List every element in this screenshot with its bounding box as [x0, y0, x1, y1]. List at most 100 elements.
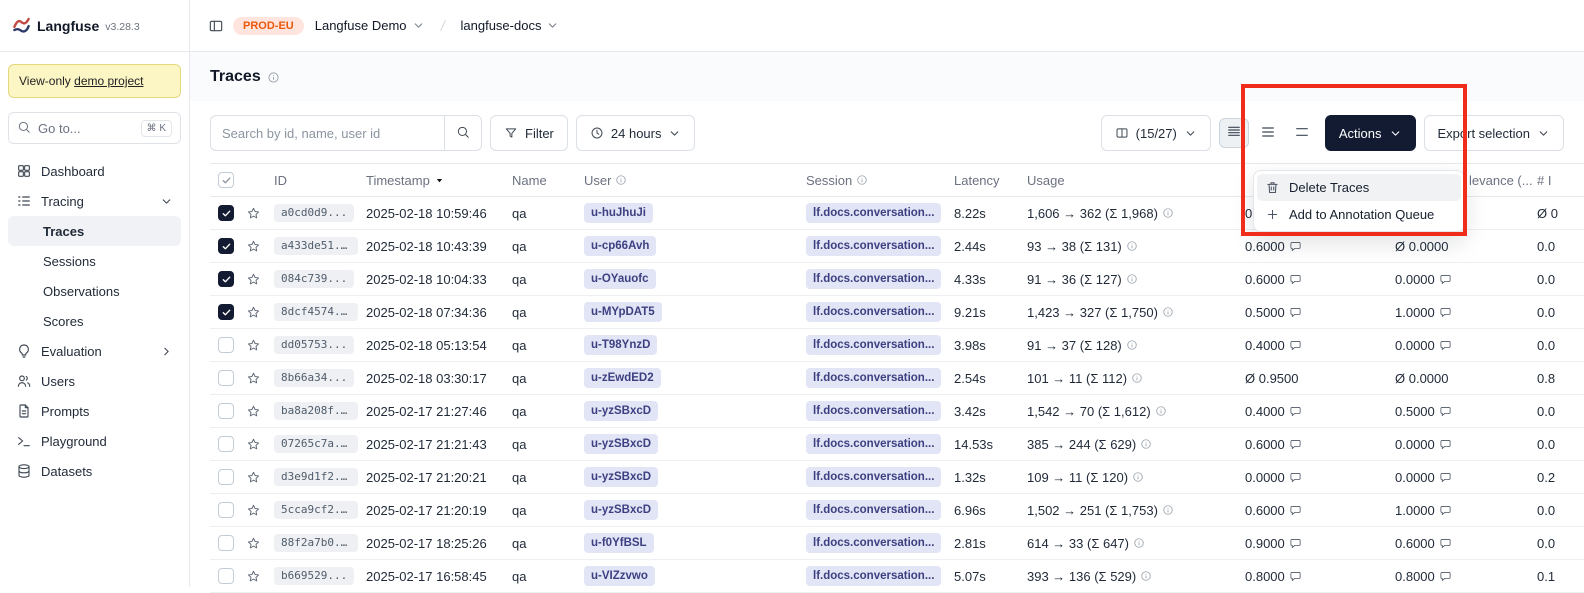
- project-switcher[interactable]: langfuse-docs: [459, 14, 562, 37]
- user-pill[interactable]: u-yzSBxcD: [584, 434, 658, 453]
- row-height-large-button[interactable]: [1287, 118, 1317, 148]
- column-header-relevance[interactable]: levance (...: [1469, 173, 1537, 188]
- session-pill[interactable]: lf.docs.conversation...: [806, 335, 941, 354]
- sidebar-item-prompts[interactable]: Prompts: [8, 396, 181, 426]
- bookmark-star-icon[interactable]: [246, 470, 261, 485]
- session-pill[interactable]: lf.docs.conversation...: [806, 467, 941, 486]
- filter-button[interactable]: Filter: [490, 115, 568, 151]
- user-pill[interactable]: u-VIZzvwo: [584, 566, 655, 585]
- table-row[interactable]: a433de51... 2025-02-18 10:43:39 qa u-cp6…: [210, 230, 1584, 263]
- sidebar-item-datasets[interactable]: Datasets: [8, 456, 181, 486]
- comment-icon[interactable]: [1439, 471, 1452, 484]
- comment-icon[interactable]: [1289, 438, 1302, 451]
- session-pill[interactable]: lf.docs.conversation...: [806, 269, 941, 288]
- user-pill[interactable]: u-MYpDAT5: [584, 302, 662, 321]
- session-pill[interactable]: lf.docs.conversation...: [806, 302, 941, 321]
- column-header-id[interactable]: ID: [274, 173, 366, 188]
- trace-id-pill[interactable]: 8dcf4574...: [274, 303, 358, 322]
- session-pill[interactable]: lf.docs.conversation...: [806, 236, 941, 255]
- comment-icon[interactable]: [1439, 537, 1452, 550]
- trace-id-pill[interactable]: a0cd0d9...: [274, 204, 354, 223]
- session-pill[interactable]: lf.docs.conversation...: [806, 566, 941, 585]
- session-pill[interactable]: lf.docs.conversation...: [806, 401, 941, 420]
- row-checkbox[interactable]: [218, 535, 234, 551]
- comment-icon[interactable]: [1289, 471, 1302, 484]
- column-header-name[interactable]: Name: [512, 173, 584, 188]
- trace-id-pill[interactable]: 084c739...: [274, 270, 354, 289]
- comment-icon[interactable]: [1439, 570, 1452, 583]
- session-pill[interactable]: lf.docs.conversation...: [806, 533, 941, 552]
- column-header-usage[interactable]: Usage: [1027, 173, 1245, 188]
- table-row[interactable]: 084c739... 2025-02-18 10:04:33 qa u-OYau…: [210, 263, 1584, 296]
- bookmark-star-icon[interactable]: [246, 338, 261, 353]
- row-checkbox[interactable]: [218, 403, 234, 419]
- table-row[interactable]: dd05753... 2025-02-18 05:13:54 qa u-T98Y…: [210, 329, 1584, 362]
- org-switcher[interactable]: Langfuse Demo: [313, 14, 427, 37]
- trace-id-pill[interactable]: d3e9d1f2...: [274, 468, 358, 487]
- bookmark-star-icon[interactable]: [246, 206, 261, 221]
- sidebar-item-sessions[interactable]: Sessions: [8, 246, 181, 276]
- trace-id-pill[interactable]: a433de51...: [274, 237, 358, 256]
- column-header-num[interactable]: # I: [1537, 173, 1584, 188]
- comment-icon[interactable]: [1289, 570, 1302, 583]
- row-checkbox[interactable]: [218, 238, 234, 254]
- comment-icon[interactable]: [1289, 339, 1302, 352]
- sidebar-item-dashboard[interactable]: Dashboard: [8, 156, 181, 186]
- bookmark-star-icon[interactable]: [246, 569, 261, 584]
- row-height-medium-button[interactable]: [1253, 118, 1283, 148]
- bookmark-star-icon[interactable]: [246, 305, 261, 320]
- user-pill[interactable]: u-OYauofc: [584, 269, 656, 288]
- sidebar-item-tracing[interactable]: Tracing: [8, 186, 181, 216]
- comment-icon[interactable]: [1289, 504, 1302, 517]
- bookmark-star-icon[interactable]: [246, 239, 261, 254]
- user-pill[interactable]: u-huJhuJi: [584, 203, 653, 222]
- trace-id-pill[interactable]: 5cca9cf2...: [274, 501, 358, 520]
- actions-button[interactable]: Actions: [1325, 115, 1416, 151]
- bookmark-star-icon[interactable]: [246, 404, 261, 419]
- comment-icon[interactable]: [1289, 537, 1302, 550]
- search-input[interactable]: [210, 115, 444, 151]
- goto-search[interactable]: Go to... ⌘ K: [8, 112, 181, 144]
- trace-id-pill[interactable]: 07265c7a...: [274, 435, 358, 454]
- row-checkbox[interactable]: [218, 205, 234, 221]
- comment-icon[interactable]: [1439, 339, 1452, 352]
- row-checkbox[interactable]: [218, 370, 234, 386]
- column-header-user[interactable]: User: [584, 173, 806, 188]
- table-row[interactable]: 8b66a34... 2025-02-18 03:30:17 qa u-zEwd…: [210, 362, 1584, 395]
- comment-icon[interactable]: [1289, 405, 1302, 418]
- row-checkbox[interactable]: [218, 568, 234, 584]
- session-pill[interactable]: lf.docs.conversation...: [806, 203, 941, 222]
- sidebar-item-evaluation[interactable]: Evaluation: [8, 336, 181, 366]
- sidebar-item-scores[interactable]: Scores: [8, 306, 181, 336]
- column-header-session[interactable]: Session: [806, 173, 954, 188]
- column-visibility-button[interactable]: (15/27): [1101, 115, 1211, 151]
- user-pill[interactable]: u-yzSBxcD: [584, 467, 658, 486]
- sidebar-toggle-icon[interactable]: [208, 18, 224, 34]
- table-row[interactable]: 8dcf4574... 2025-02-18 07:34:36 qa u-MYp…: [210, 296, 1584, 329]
- bookmark-star-icon[interactable]: [246, 536, 261, 551]
- demo-project-link[interactable]: demo project: [74, 74, 143, 88]
- column-header-latency[interactable]: Latency: [954, 173, 1027, 188]
- export-selection-button[interactable]: Export selection: [1424, 115, 1565, 151]
- table-row[interactable]: b669529... 2025-02-17 16:58:45 qa u-VIZz…: [210, 560, 1584, 593]
- bookmark-star-icon[interactable]: [246, 437, 261, 452]
- sidebar-item-traces[interactable]: Traces: [8, 216, 181, 246]
- user-pill[interactable]: u-yzSBxcD: [584, 401, 658, 420]
- user-pill[interactable]: u-f0YfBSL: [584, 533, 654, 552]
- table-row[interactable]: ba8a208f... 2025-02-17 21:27:46 qa u-yzS…: [210, 395, 1584, 428]
- table-row[interactable]: 88f2a7b0... 2025-02-17 18:25:26 qa u-f0Y…: [210, 527, 1584, 560]
- table-row[interactable]: 5cca9cf2... 2025-02-17 21:20:19 qa u-yzS…: [210, 494, 1584, 527]
- comment-icon[interactable]: [1439, 273, 1452, 286]
- user-pill[interactable]: u-cp66Avh: [584, 236, 656, 255]
- bookmark-star-icon[interactable]: [246, 503, 261, 518]
- trace-id-pill[interactable]: b669529...: [274, 567, 354, 586]
- session-pill[interactable]: lf.docs.conversation...: [806, 500, 941, 519]
- sidebar-item-users[interactable]: Users: [8, 366, 181, 396]
- user-pill[interactable]: u-yzSBxcD: [584, 500, 658, 519]
- comment-icon[interactable]: [1439, 306, 1452, 319]
- sidebar-item-playground[interactable]: Playground: [8, 426, 181, 456]
- bookmark-star-icon[interactable]: [246, 272, 261, 287]
- row-checkbox[interactable]: [218, 469, 234, 485]
- select-all-checkbox[interactable]: [218, 172, 234, 188]
- comment-icon[interactable]: [1289, 240, 1302, 253]
